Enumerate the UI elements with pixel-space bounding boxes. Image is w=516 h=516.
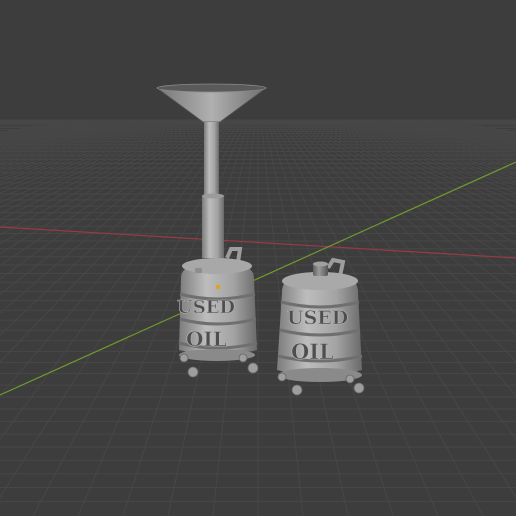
tank2-text-oil: OIL — [291, 339, 334, 364]
funnel — [155, 83, 268, 123]
drain-tube — [204, 122, 219, 198]
tank1-text-oil: OIL — [186, 327, 227, 351]
tank2-text-used: USED — [287, 307, 348, 329]
lower-tube — [202, 196, 224, 258]
3d-viewport[interactable]: USED OIL USED OIL — [0, 0, 516, 516]
origin-marker — [215, 284, 221, 290]
used-oil-tank[interactable]: USED OIL — [277, 257, 365, 396]
tank1-text-used: USED — [177, 297, 235, 318]
grid-floor — [0, 119, 516, 516]
